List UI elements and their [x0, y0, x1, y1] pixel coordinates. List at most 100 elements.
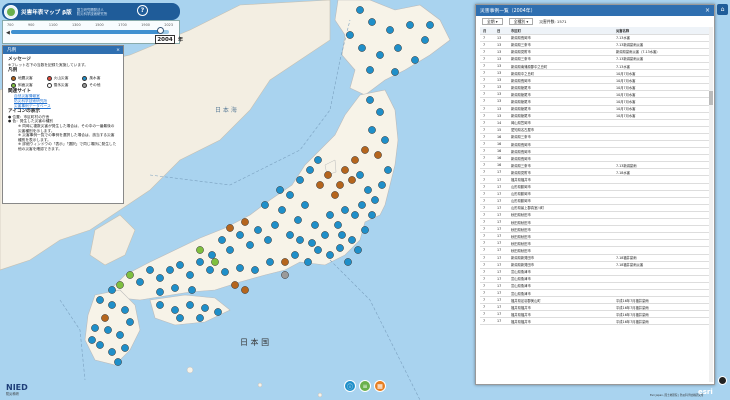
- table-row[interactable]: 7 17 秋田県秋田市: [480, 232, 710, 241]
- disaster-marker[interactable]: [351, 156, 359, 164]
- table-row[interactable]: 7 13 新潟県長岡市 7.13水害: [480, 34, 710, 42]
- disaster-marker[interactable]: [96, 296, 104, 304]
- disaster-marker[interactable]: [306, 166, 314, 174]
- timeline-slider[interactable]: 700 900 1100 1300 1500 1700 1900 2023 ◀ …: [2, 20, 183, 44]
- disaster-marker[interactable]: [371, 196, 379, 204]
- disaster-marker[interactable]: [171, 284, 179, 292]
- scrollbar-thumb[interactable]: [709, 91, 713, 105]
- disaster-marker[interactable]: [331, 191, 339, 199]
- play-back-icon[interactable]: ◀: [6, 30, 10, 36]
- table-row[interactable]: 7 13 新潟県中之島町 10月7月水害: [480, 69, 710, 78]
- disaster-marker[interactable]: [311, 221, 319, 229]
- home-icon[interactable]: ⌂: [717, 4, 728, 15]
- disaster-marker[interactable]: [361, 226, 369, 234]
- disaster-marker[interactable]: [214, 308, 222, 316]
- table-row[interactable]: 7 13 新潟県栃尾市 10月7月水害: [480, 90, 710, 99]
- disaster-marker[interactable]: [186, 301, 194, 309]
- table-row[interactable]: 7 17 福井県福井市: [480, 175, 710, 184]
- table-row[interactable]: 7 16 新潟県長岡市: [480, 140, 710, 149]
- table-row[interactable]: 7 17 福井県足羽郡美山町 平成16年7月福井豪雨: [480, 296, 710, 305]
- disaster-marker[interactable]: [136, 278, 144, 286]
- table-row[interactable]: 7 13 新潟県三条市 7.13新潟豪雨災害: [480, 55, 710, 63]
- table-row[interactable]: 7 17 秋田県秋田市: [480, 211, 710, 220]
- disaster-marker[interactable]: [294, 216, 302, 224]
- disaster-marker[interactable]: [116, 281, 124, 289]
- disaster-marker[interactable]: [276, 186, 284, 194]
- table-row[interactable]: 7 17 秋田県秋田市: [480, 246, 710, 255]
- disaster-marker[interactable]: [338, 231, 346, 239]
- disaster-marker[interactable]: [126, 318, 134, 326]
- disaster-marker[interactable]: [361, 146, 369, 154]
- disaster-marker[interactable]: [108, 286, 116, 294]
- table-row[interactable]: 7 16 新潟県長岡市: [480, 147, 710, 156]
- table-row[interactable]: 7 13 新潟県見附市 新潟県豪雨災害（7.13水害）: [480, 48, 710, 56]
- disaster-marker[interactable]: [186, 271, 194, 279]
- disaster-marker[interactable]: [121, 306, 129, 314]
- table-row[interactable]: 7 13 新潟県三条市 7.13新潟豪雨災害: [480, 41, 710, 49]
- table-row[interactable]: 7 17 秋田県秋田市: [480, 218, 710, 227]
- disaster-marker[interactable]: [104, 326, 112, 334]
- table-row[interactable]: 7 13 新潟県栃尾市 10月7月水害: [480, 97, 710, 106]
- disaster-marker[interactable]: [358, 44, 366, 52]
- disaster-marker[interactable]: [348, 176, 356, 184]
- disaster-marker[interactable]: [278, 206, 286, 214]
- current-year[interactable]: 2004 年: [155, 35, 183, 44]
- disaster-marker[interactable]: [336, 244, 344, 252]
- disaster-marker[interactable]: [281, 271, 289, 279]
- disaster-marker[interactable]: [146, 266, 154, 274]
- disaster-marker[interactable]: [368, 18, 376, 26]
- table-row[interactable]: 7 17 山形県鶴岡市: [480, 183, 710, 191]
- disaster-marker[interactable]: [336, 181, 344, 189]
- disaster-marker[interactable]: [326, 251, 334, 259]
- link-disaster-db[interactable]: 災害事例データベース: [8, 104, 118, 109]
- disaster-marker[interactable]: [286, 191, 294, 199]
- legend-icon[interactable]: ≡: [359, 380, 371, 392]
- table-row[interactable]: 7 15 愛知県名古屋市: [480, 126, 710, 134]
- info-icon[interactable]: ⓘ: [344, 380, 356, 392]
- table-row[interactable]: 7 17 新潟県新発田市 7.18福井豪雨: [480, 254, 710, 262]
- table-row[interactable]: 7 16 新潟県長岡市: [480, 154, 710, 163]
- disaster-marker[interactable]: [201, 304, 209, 312]
- disaster-marker[interactable]: [88, 336, 96, 344]
- timeline-track[interactable]: [11, 30, 169, 34]
- disaster-marker[interactable]: [354, 246, 362, 254]
- disaster-marker[interactable]: [266, 258, 274, 266]
- disaster-marker[interactable]: [356, 171, 364, 179]
- disaster-marker[interactable]: [314, 156, 322, 164]
- disaster-marker[interactable]: [226, 246, 234, 254]
- disaster-marker[interactable]: [196, 246, 204, 254]
- table-row[interactable]: 7 17 秋田県秋田市: [480, 225, 710, 234]
- table-row[interactable]: 7 17 富山県魚津市: [480, 289, 710, 298]
- disaster-marker[interactable]: [221, 268, 229, 276]
- disaster-marker[interactable]: [286, 231, 294, 239]
- disaster-marker[interactable]: [376, 108, 384, 116]
- disaster-marker[interactable]: [254, 226, 262, 234]
- table-row[interactable]: 7 17 富山県魚津市: [480, 268, 710, 276]
- table-row[interactable]: 7 16 新潟県三条市 7.13新潟豪雨: [480, 161, 710, 170]
- disaster-marker[interactable]: [384, 166, 392, 174]
- table-row[interactable]: 7 17 富山県魚津市: [480, 282, 710, 290]
- disaster-marker[interactable]: [188, 286, 196, 294]
- table-icon[interactable]: ▦: [374, 380, 386, 392]
- disaster-marker[interactable]: [316, 181, 324, 189]
- table-row[interactable]: 7 13 新潟県栃尾市 10月7月水害: [480, 112, 710, 120]
- disaster-marker[interactable]: [391, 68, 399, 76]
- disaster-marker[interactable]: [271, 221, 279, 229]
- disaster-marker[interactable]: [261, 201, 269, 209]
- disaster-marker[interactable]: [156, 301, 164, 309]
- disaster-marker[interactable]: [304, 258, 312, 266]
- column-header[interactable]: 月: [480, 27, 494, 35]
- disaster-marker[interactable]: [156, 288, 164, 296]
- disaster-marker[interactable]: [368, 126, 376, 134]
- disaster-marker[interactable]: [196, 258, 204, 266]
- disaster-marker[interactable]: [176, 261, 184, 269]
- disaster-marker[interactable]: [344, 258, 352, 266]
- disaster-marker[interactable]: [321, 231, 329, 239]
- disaster-marker[interactable]: [341, 166, 349, 174]
- disaster-marker[interactable]: [386, 26, 394, 34]
- disaster-marker[interactable]: [236, 264, 244, 272]
- disaster-marker[interactable]: [108, 301, 116, 309]
- disaster-marker[interactable]: [366, 66, 374, 74]
- disaster-marker[interactable]: [218, 236, 226, 244]
- column-header[interactable]: 災害名称: [613, 27, 710, 35]
